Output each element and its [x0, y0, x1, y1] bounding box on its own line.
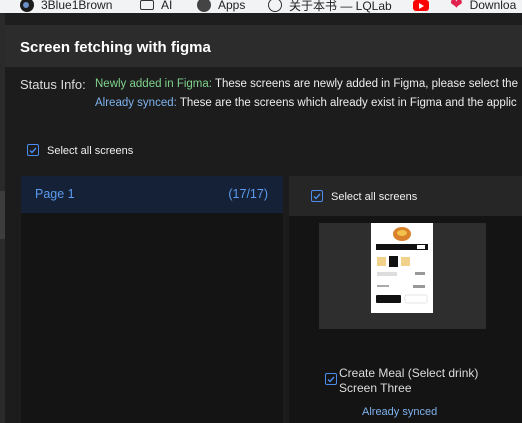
status-info-label: Status Info:	[20, 77, 86, 92]
status-already-synced: Already synced: These are the screens wh…	[95, 97, 517, 109]
bookmark-label: Downloa	[469, 0, 517, 12]
page-count: (17/17)	[228, 187, 268, 201]
bookmarks-bar: 3Blue1Brown AI Apps 关于本书 — LQLab ❤ Downl…	[0, 0, 522, 13]
synced-tag: Already synced:	[95, 97, 177, 109]
bookmark-ai-folder[interactable]: AI	[140, 0, 172, 13]
bookmark-label: AI	[161, 0, 173, 12]
screen-checkbox[interactable]	[325, 373, 337, 385]
bookmark-lqlab[interactable]: 关于本书 — LQLab	[268, 0, 392, 13]
bookmark-label: 3Blue1Brown	[41, 0, 113, 12]
check-icon	[313, 193, 321, 200]
synced-text: These are the screens which already exis…	[176, 97, 517, 109]
bookmark-apps[interactable]: Apps	[197, 0, 245, 13]
select-all-screens-label: Select all screens	[331, 191, 418, 203]
page-item[interactable]: Page 1 (17/17)	[21, 176, 283, 213]
check-icon	[29, 147, 37, 154]
dialog-header: Screen fetching with figma	[5, 25, 522, 67]
select-all-label: Select all screens	[47, 145, 134, 157]
globe-icon	[197, 0, 211, 12]
screen-thumbnail-image	[371, 223, 433, 313]
pages-panel: Page 1 (17/17)	[21, 176, 283, 423]
folder-icon	[140, 0, 154, 10]
bookmark-3blue1brown[interactable]: 3Blue1Brown	[20, 0, 112, 13]
heart-icon: ❤	[450, 0, 463, 13]
screens-panel: Select all screens Create Meal (Select d…	[289, 176, 522, 423]
figma-fetch-dialog: Screen fetching with figma Status Info: …	[5, 25, 522, 423]
dialog-title: Screen fetching with figma	[20, 39, 211, 56]
screen-sync-status: Already synced	[362, 406, 438, 418]
bookmark-downloads[interactable]: ❤ Downloa	[450, 0, 516, 13]
youtube-icon	[413, 0, 429, 11]
check-icon	[327, 376, 335, 383]
bookmark-label: Apps	[218, 0, 246, 12]
select-all-screens-checkbox[interactable]	[311, 190, 323, 202]
3blue1brown-icon	[20, 0, 34, 12]
screen-name: Create Meal (Select drink) Screen Three	[339, 366, 479, 395]
select-all-checkbox[interactable]	[27, 144, 39, 156]
newly-added-text: These screens are newly added in Figma, …	[211, 78, 518, 90]
bookmark-youtube[interactable]	[413, 0, 436, 13]
face-icon	[268, 0, 282, 12]
newly-added-tag: Newly added in Figma:	[95, 78, 212, 90]
status-newly-added: Newly added in Figma: These screens are …	[95, 78, 518, 90]
screens-panel-header: Select all screens	[289, 176, 522, 216]
screen-thumbnail	[371, 223, 433, 313]
page-name: Page 1	[35, 187, 75, 201]
bookmark-label: 关于本书 — LQLab	[289, 0, 392, 13]
screen-card[interactable]	[319, 223, 486, 329]
